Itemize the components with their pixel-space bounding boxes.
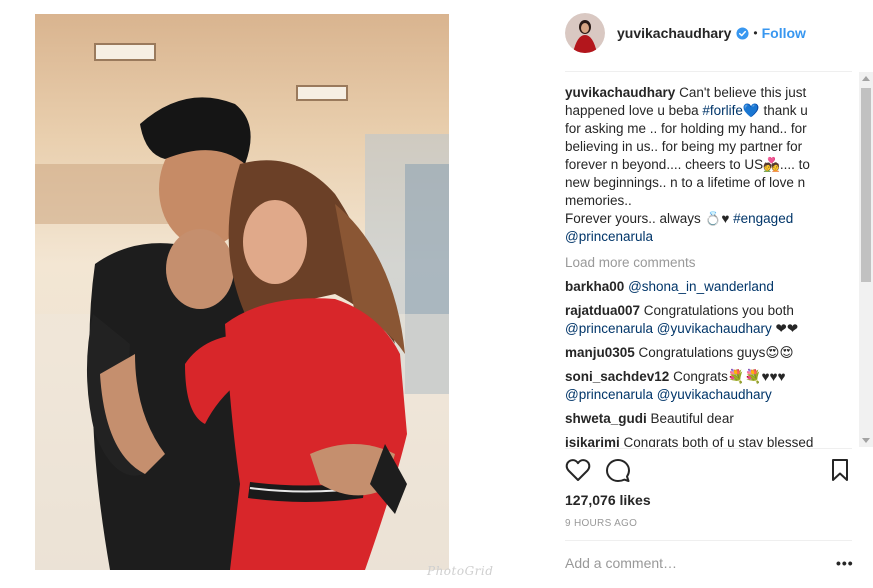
mention-princenarula[interactable]: @princenarula bbox=[565, 229, 653, 244]
hashtag-forlife[interactable]: #forlife bbox=[702, 103, 743, 118]
comment-item: barkha00 @shona_in_wanderland bbox=[565, 278, 820, 296]
follow-button[interactable]: Follow bbox=[762, 25, 806, 41]
comment-mention[interactable]: @princenarula bbox=[565, 387, 653, 402]
comment-text: Congrats💐💐♥♥♥ bbox=[669, 369, 786, 384]
caption-username[interactable]: yuvikachaudhary bbox=[565, 85, 675, 100]
comment-list: barkha00 @shona_in_wanderland rajatdua007… bbox=[565, 278, 855, 447]
black-heart-emoji: ♥ bbox=[721, 211, 730, 226]
comment-username[interactable]: soni_sachdev12 bbox=[565, 369, 669, 384]
bookmark-icon[interactable] bbox=[831, 458, 849, 482]
couple-emoji: 💑 bbox=[763, 157, 780, 172]
scrollbar-thumb[interactable] bbox=[861, 88, 871, 282]
comment-mention[interactable]: @shona_in_wanderland bbox=[628, 279, 774, 294]
likes-count[interactable]: 127,076 likes bbox=[565, 492, 651, 508]
post-timestamp[interactable]: 9 HOURS AGO bbox=[565, 518, 637, 529]
more-options-button[interactable]: ••• bbox=[836, 555, 854, 571]
caption-text-4: Forever yours.. always bbox=[565, 211, 705, 226]
comment-username[interactable]: isikarimi bbox=[565, 435, 620, 447]
actions-divider bbox=[565, 448, 852, 449]
comment-text: Beautiful dear bbox=[646, 411, 734, 426]
comment-icon[interactable] bbox=[605, 458, 631, 484]
action-bar bbox=[565, 458, 855, 484]
comment-username[interactable]: manju0305 bbox=[565, 345, 635, 360]
comment-mention[interactable]: @princenarula bbox=[565, 321, 653, 336]
photogrid-watermark: PhotoGrid bbox=[427, 564, 494, 578]
comment-item: isikarimi Congrats both of u stay blesse… bbox=[565, 434, 820, 447]
verified-badge-icon bbox=[736, 26, 749, 40]
hashtag-engaged[interactable]: #engaged bbox=[733, 211, 793, 226]
header-divider bbox=[565, 71, 852, 72]
blue-heart-emoji: 💙 bbox=[742, 103, 760, 118]
comment-mention[interactable]: @yuvikachaudhary bbox=[657, 387, 772, 402]
comment-text: Congratulations you both bbox=[640, 303, 794, 318]
scroll-down-arrow-icon[interactable] bbox=[862, 438, 870, 443]
username[interactable]: yuvikachaudhary bbox=[617, 25, 731, 41]
heart-icon[interactable] bbox=[565, 458, 591, 482]
post-header: yuvikachaudhary • Follow bbox=[565, 12, 855, 54]
couple-photo-illustration bbox=[35, 43, 449, 570]
comment-item: rajatdua007 Congratulations you both @pr… bbox=[565, 302, 820, 338]
add-comment-divider bbox=[565, 540, 852, 541]
comment-username[interactable]: barkha00 bbox=[565, 279, 624, 294]
scroll-up-arrow-icon[interactable] bbox=[862, 76, 870, 81]
comment-item: manju0305 Congratulations guys😍😍 bbox=[565, 344, 820, 362]
comment-username[interactable]: rajatdua007 bbox=[565, 303, 640, 318]
instagram-post: PhotoGrid yuvikachaudhary • Follow yuvik… bbox=[0, 0, 873, 588]
add-comment-input[interactable]: Add a comment… bbox=[565, 555, 677, 571]
post-photo[interactable] bbox=[35, 14, 449, 570]
comment-username[interactable]: shweta_gudi bbox=[565, 411, 647, 426]
caption: yuvikachaudhary Can't believe this just … bbox=[565, 84, 820, 246]
comments-scrollbar[interactable] bbox=[859, 72, 873, 447]
comment-text: ❤❤ bbox=[771, 321, 799, 336]
load-more-comments-button[interactable]: Load more comments bbox=[565, 254, 855, 272]
ring-emoji: 💍 bbox=[704, 211, 722, 226]
avatar[interactable] bbox=[565, 13, 605, 53]
comments-section: yuvikachaudhary Can't believe this just … bbox=[565, 84, 855, 447]
separator-dot: • bbox=[753, 26, 758, 40]
comment-text: Congrats both of u stay blessed bbox=[619, 435, 814, 447]
comment-mention[interactable]: @yuvikachaudhary bbox=[657, 321, 772, 336]
comment-item: shweta_gudi Beautiful dear bbox=[565, 410, 820, 428]
comment-text: Congratulations guys😍😍 bbox=[634, 345, 794, 360]
comment-item: soni_sachdev12 Congrats💐💐♥♥♥ @princenaru… bbox=[565, 368, 820, 404]
